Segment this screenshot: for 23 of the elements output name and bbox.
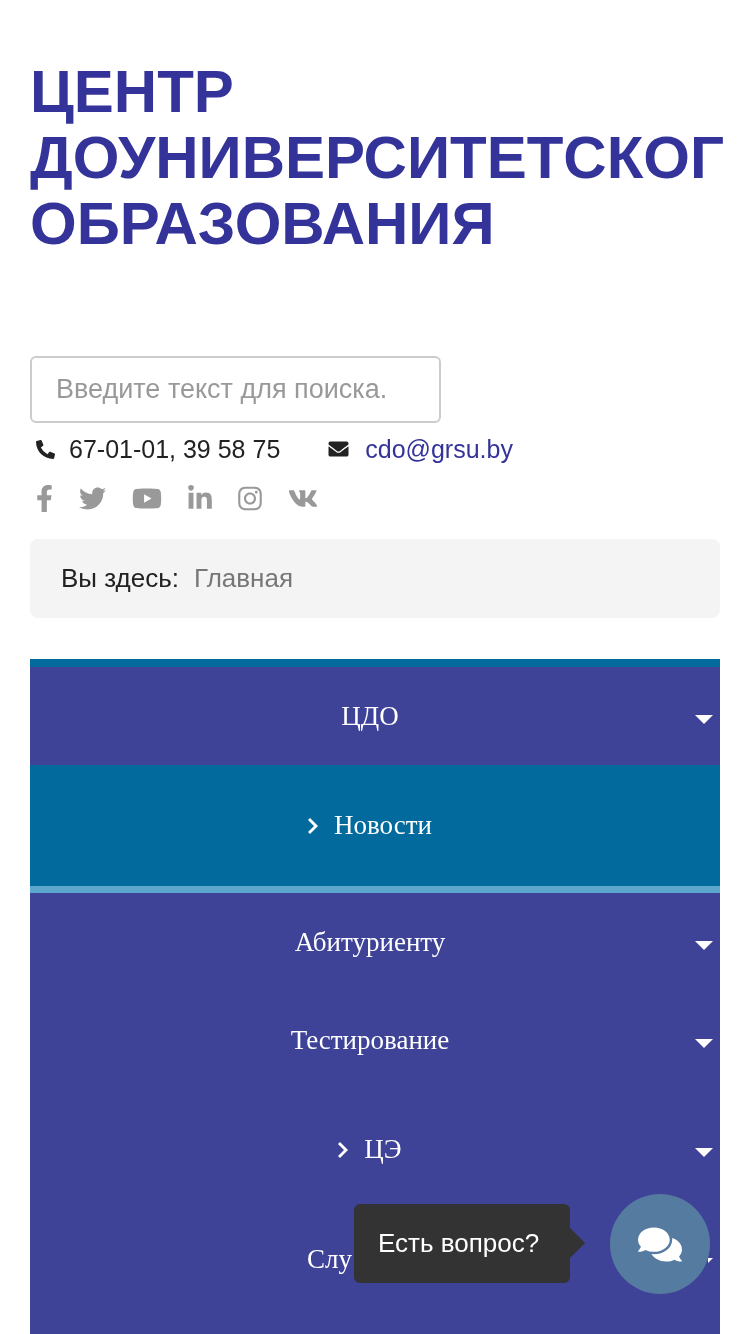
email-link[interactable]: cdo@grsu.by <box>365 434 513 464</box>
menu-item[interactable]: Абитуриенту <box>30 893 720 991</box>
site-title: ЦЕНТР ДОУНИВЕРСИТЕТСКОГ ОБРАЗОВАНИЯ <box>30 59 724 257</box>
instagram-icon[interactable] <box>238 484 262 512</box>
caret-down-icon[interactable] <box>695 940 713 950</box>
breadcrumb-label: Вы здесь: <box>61 563 179 594</box>
menu-item[interactable]: Слу <box>307 1243 352 1275</box>
envelope-icon <box>326 439 352 459</box>
menu-item[interactable]: ЦДО <box>30 667 720 765</box>
menu-item[interactable]: Новости <box>30 765 720 893</box>
caret-down-icon[interactable] <box>695 714 713 724</box>
caret-down-icon[interactable] <box>695 1038 713 1048</box>
menu-item[interactable]: Тестирование <box>30 991 720 1089</box>
phone-icon <box>36 439 55 459</box>
breadcrumb-link[interactable]: Главная <box>194 563 293 594</box>
chevron-right-icon <box>338 1141 349 1158</box>
chevron-right-icon <box>308 817 318 834</box>
linkedin-icon[interactable] <box>188 484 212 512</box>
search-field[interactable]: Введите текст для поиска. <box>30 356 441 423</box>
caret-down-icon[interactable] <box>695 1148 713 1157</box>
facebook-icon[interactable] <box>36 484 53 512</box>
caret-down-icon[interactable] <box>708 1257 713 1263</box>
phone-number: 67-01-01, 39 58 75 <box>69 434 281 464</box>
